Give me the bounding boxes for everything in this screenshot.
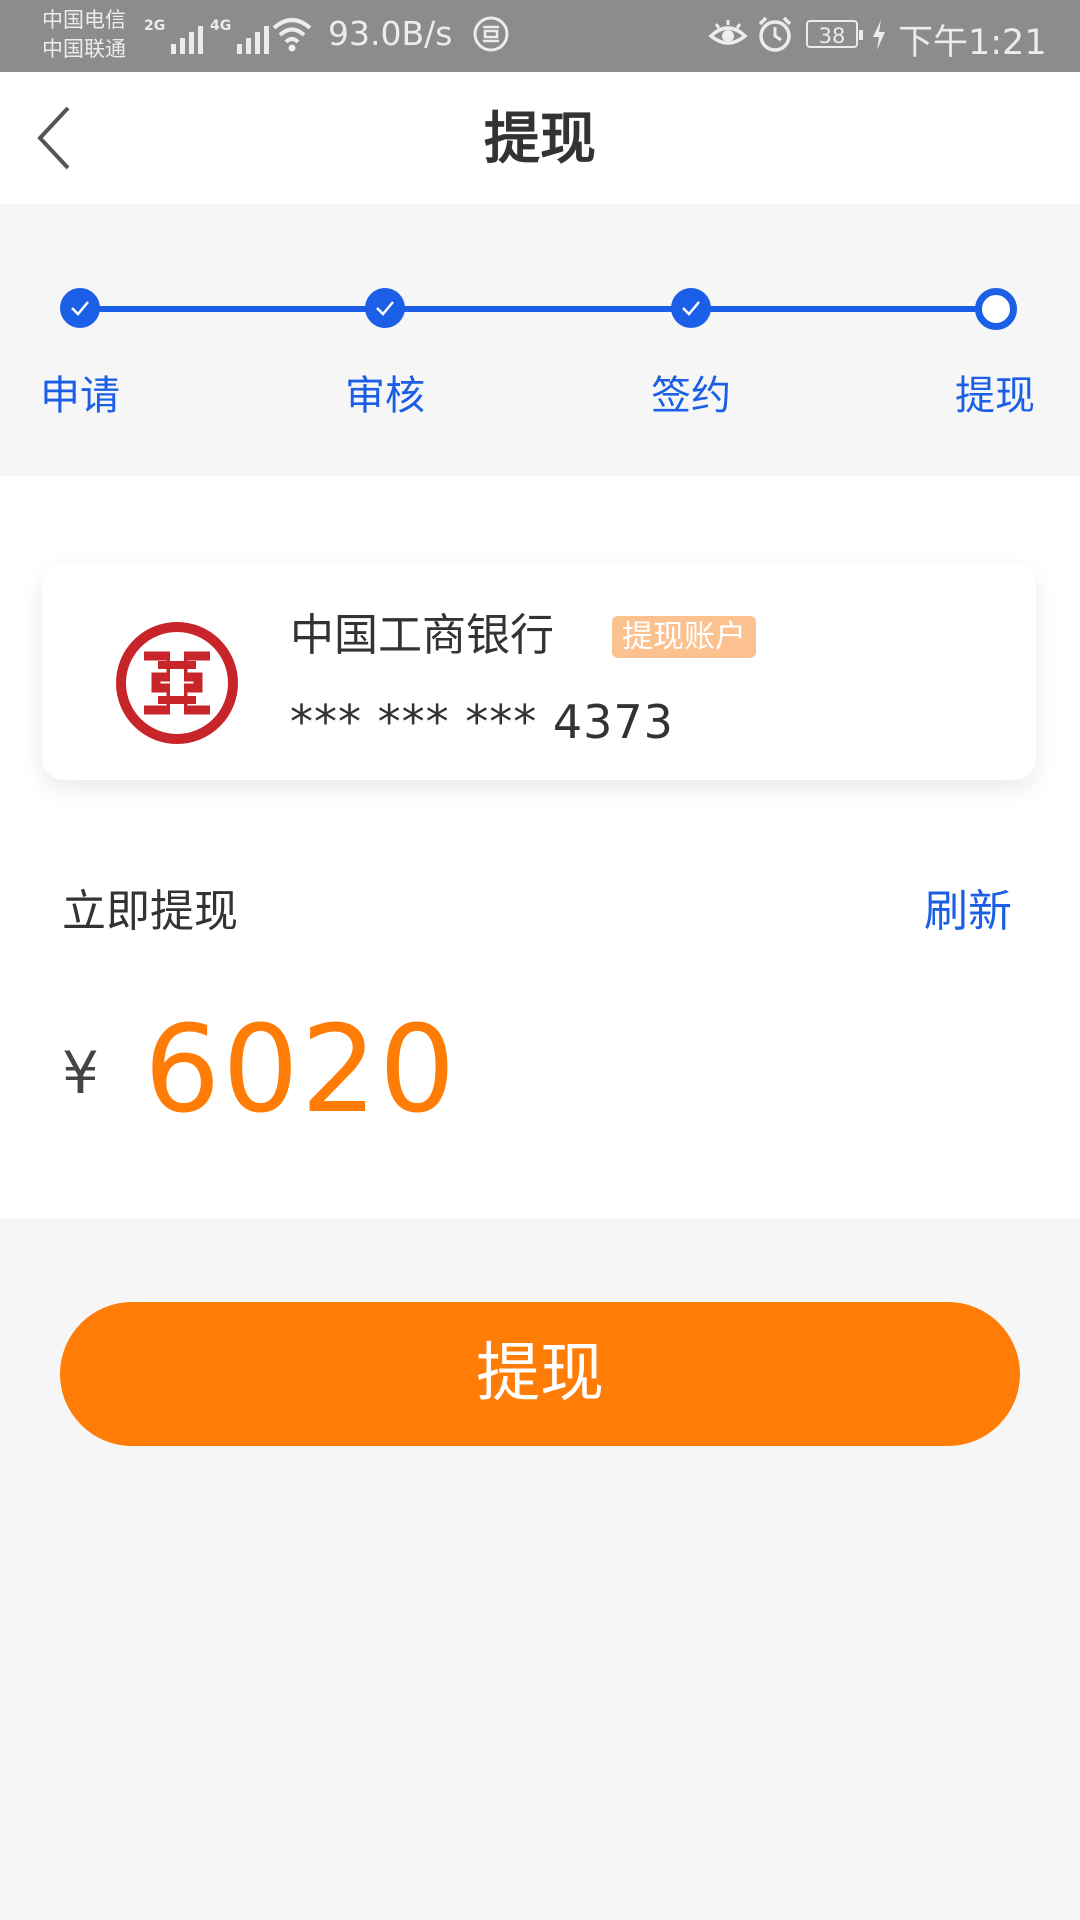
step-check-icon: [365, 288, 405, 328]
carrier-1: 中国电信: [42, 8, 126, 32]
alarm-icon: [758, 16, 792, 52]
step-label: 提现: [955, 373, 1035, 419]
status-bar: 中国电信 中国联通 2G 4G 93.0B/s 38 下午1:21: [0, 0, 1080, 72]
card-number: *** *** *** 4373: [290, 695, 674, 749]
progress-stepper: 申请 审核 签约 提现: [0, 204, 1080, 476]
carrier-names: 中国电信 中国联通: [42, 6, 126, 64]
bank-name: 中国工商银行: [290, 610, 554, 661]
withdraw-panel: 中国工商银行 提现账户 *** *** *** 4373 立即提现 刷新 ¥ 6…: [0, 476, 1080, 1218]
signal-2-icon: 4G: [210, 18, 270, 54]
withdraw-now-label: 立即提现: [62, 886, 238, 937]
withdraw-amount: 6020: [144, 1001, 458, 1140]
top-nav-bar: 提现: [0, 72, 1080, 204]
step-check-icon: [60, 288, 100, 328]
carrier-2: 中国联通: [42, 37, 126, 61]
page-title: 提现: [484, 107, 596, 172]
bank-card[interactable]: 中国工商银行 提现账户 *** *** *** 4373: [42, 564, 1036, 780]
step-check-icon: [671, 288, 711, 328]
icbc-logo-icon: [116, 622, 238, 744]
charging-icon: [873, 20, 885, 50]
eye-icon: [708, 20, 748, 45]
wifi-icon: [272, 18, 312, 52]
withdraw-button[interactable]: 提现: [60, 1302, 1020, 1446]
status-time: 下午1:21: [898, 23, 1047, 63]
step-current-icon: [975, 288, 1017, 330]
network-speed: 93.0B/s: [328, 14, 453, 53]
currency-symbol: ¥: [62, 1039, 99, 1107]
refresh-link[interactable]: 刷新: [924, 884, 1012, 940]
withdraw-account-badge: 提现账户: [612, 616, 756, 658]
network-type-1: 2G: [144, 18, 166, 34]
step-label: 签约: [651, 373, 731, 419]
network-type-2: 4G: [210, 18, 232, 34]
bank-notification-icon: [473, 16, 509, 52]
battery-icon: 38: [806, 20, 863, 48]
stepper-line: [80, 306, 994, 312]
signal-1-icon: 2G: [144, 18, 204, 54]
step-label: 审核: [345, 373, 425, 419]
step-label: 申请: [40, 373, 120, 419]
